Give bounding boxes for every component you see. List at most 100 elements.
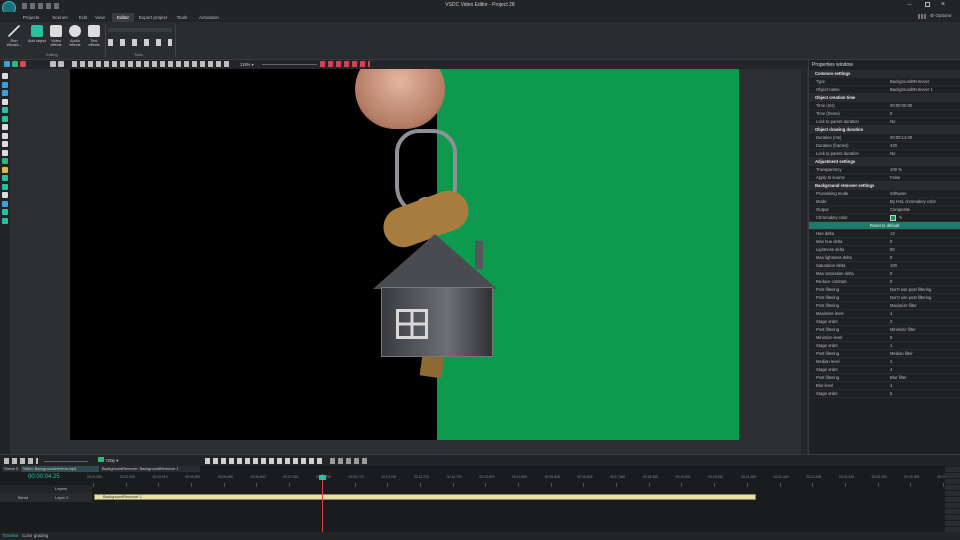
tab-timeline[interactable]: Timeline <box>2 533 18 538</box>
left-tool-icon[interactable] <box>2 183 8 190</box>
menu-tab-editor[interactable]: Editor <box>112 13 134 22</box>
property-value[interactable]: 0 <box>890 278 892 286</box>
property-value[interactable]: Minimize filter <box>890 326 916 334</box>
property-value[interactable]: 0 <box>890 110 892 118</box>
property-row[interactable]: Max hue delta 0 <box>809 238 960 246</box>
redo-icon[interactable] <box>58 61 64 67</box>
property-value[interactable]: 2 <box>890 358 892 366</box>
property-value[interactable]: 0 <box>890 270 892 278</box>
property-row[interactable]: Maximize level 4 <box>809 310 960 318</box>
left-tool-icon[interactable] <box>2 149 8 156</box>
property-value[interactable]: Software <box>890 190 907 198</box>
property-value[interactable]: Median filter <box>890 350 913 358</box>
maximize-icon[interactable] <box>925 2 930 7</box>
property-value[interactable]: 13 <box>890 230 895 238</box>
timeline-tab[interactable]: Scene 0 <box>2 466 20 472</box>
property-value[interactable]: No <box>890 118 895 126</box>
property-value[interactable]: 8 <box>890 334 892 342</box>
playback-controls[interactable] <box>205 458 325 464</box>
edit-controls[interactable] <box>330 458 370 464</box>
property-row[interactable]: Apply to source False <box>809 174 960 182</box>
property-row[interactable]: Time (frame) 0 <box>809 110 960 118</box>
property-value[interactable]: 0 <box>890 254 892 262</box>
property-row[interactable]: Duration (frames) 420 <box>809 142 960 150</box>
property-row[interactable]: Mode By HSL chromakey color <box>809 198 960 206</box>
left-tool-icon[interactable] <box>2 115 8 122</box>
playhead-handle[interactable] <box>319 475 326 480</box>
tools-icons-row[interactable] <box>108 39 172 46</box>
quality-select[interactable]: 720p ▾ <box>98 457 118 464</box>
layout-icons[interactable] <box>918 14 926 19</box>
video-effects-button[interactable]: Video effects <box>47 24 65 52</box>
playhead[interactable] <box>322 474 323 532</box>
eyedropper-icon[interactable]: ✎ <box>899 214 903 222</box>
property-row[interactable]: Hue delta 13 <box>809 230 960 238</box>
property-value[interactable]: 1 <box>890 342 892 350</box>
timeline-clip[interactable]: BackgroundRemover 1 <box>94 494 756 500</box>
property-value[interactable]: Composite <box>890 206 910 214</box>
tools-icons[interactable] <box>108 28 172 32</box>
property-value[interactable]: 00:00:00.00 <box>890 102 912 110</box>
property-row[interactable]: Processing mode Software <box>809 190 960 198</box>
properties-section[interactable]: Object drawing duration <box>809 126 960 134</box>
align-icons[interactable] <box>72 61 232 67</box>
property-row[interactable]: Median level 2 <box>809 358 960 366</box>
zoom-slider[interactable] <box>262 64 317 65</box>
property-row[interactable]: Time (ms) 00:00:00.00 <box>809 102 960 110</box>
property-value[interactable]: 00:00:14.00 <box>890 134 912 142</box>
property-row[interactable]: Lightness delta 50 <box>809 246 960 254</box>
left-tool-icon[interactable] <box>2 73 8 79</box>
property-row[interactable]: Saturation delta 100 <box>809 262 960 270</box>
property-value[interactable]: Blur filter <box>890 374 907 382</box>
property-value[interactable]: 100 <box>890 262 897 270</box>
property-value[interactable]: 100 % <box>890 166 902 174</box>
property-row[interactable]: Lock to parent duration No <box>809 150 960 158</box>
property-value[interactable]: 50 <box>890 246 895 254</box>
menu-tab-tools[interactable]: Tools <box>174 13 190 22</box>
left-tool-icon[interactable] <box>2 217 8 224</box>
left-tool-icon[interactable] <box>2 175 8 181</box>
run-wizard-button[interactable]: Run Wizard... <box>5 24 23 52</box>
close-icon[interactable]: × <box>941 1 945 8</box>
left-tool-icon[interactable] <box>2 124 8 130</box>
left-tool-icon[interactable] <box>2 166 8 173</box>
left-tool-icon[interactable] <box>2 158 8 164</box>
property-value[interactable]: 0 <box>890 238 892 246</box>
left-tool-icon[interactable] <box>2 81 8 88</box>
property-row[interactable]: Minimize level 8 <box>809 334 960 342</box>
property-row[interactable]: Object name BackgroundRemover 1 <box>809 86 960 94</box>
properties-section[interactable]: Adjustment settings <box>809 158 960 166</box>
left-tool-icon[interactable] <box>2 107 8 113</box>
property-value[interactable]: BackgroundRemover 1 <box>890 86 933 94</box>
left-tool-icon[interactable] <box>2 132 8 139</box>
property-row[interactable]: Stage order 2 <box>809 318 960 326</box>
properties-section[interactable]: Object creation time <box>809 94 960 102</box>
view-icons[interactable] <box>320 61 370 67</box>
property-row[interactable]: Type BackgroundRemover <box>809 78 960 86</box>
audio-effects-button[interactable]: Audio effects <box>66 24 84 52</box>
chromakey-color-swatch[interactable] <box>890 215 896 221</box>
menu-tab-scenes[interactable]: Scenes <box>48 13 72 22</box>
record-icons[interactable] <box>4 458 38 464</box>
menu-tab-activation[interactable]: Activation <box>196 13 222 22</box>
property-value[interactable]: 4 <box>890 366 892 374</box>
property-row[interactable]: Post filtering Maximize filter <box>809 302 960 310</box>
tab-color-grading[interactable]: Color grading <box>22 533 48 538</box>
property-row[interactable]: Duration (ms) 00:00:14.00 <box>809 134 960 142</box>
property-value[interactable]: 5 <box>890 390 892 398</box>
left-tool-icon[interactable] <box>2 141 8 147</box>
property-value[interactable]: 420 <box>890 142 897 150</box>
property-row[interactable]: Max lightness delta 0 <box>809 254 960 262</box>
left-tool-icon[interactable] <box>2 209 8 215</box>
text-effects-button[interactable]: Text effects <box>85 24 103 52</box>
property-row[interactable]: Blur level 4 <box>809 382 960 390</box>
property-value[interactable]: 4 <box>890 310 892 318</box>
property-row[interactable]: Max saturation delta 0 <box>809 270 960 278</box>
property-row[interactable]: Post filtering Don't use post filtering <box>809 286 960 294</box>
property-value[interactable]: By HSL chromakey color <box>890 198 936 206</box>
property-row[interactable]: Post filtering Don't use post filtering <box>809 294 960 302</box>
speed-slider[interactable] <box>44 461 88 462</box>
property-value[interactable]: Maximize filter <box>890 302 917 310</box>
property-row[interactable]: Post filtering Minimize filter <box>809 326 960 334</box>
property-row[interactable]: Output Composite <box>809 206 960 214</box>
